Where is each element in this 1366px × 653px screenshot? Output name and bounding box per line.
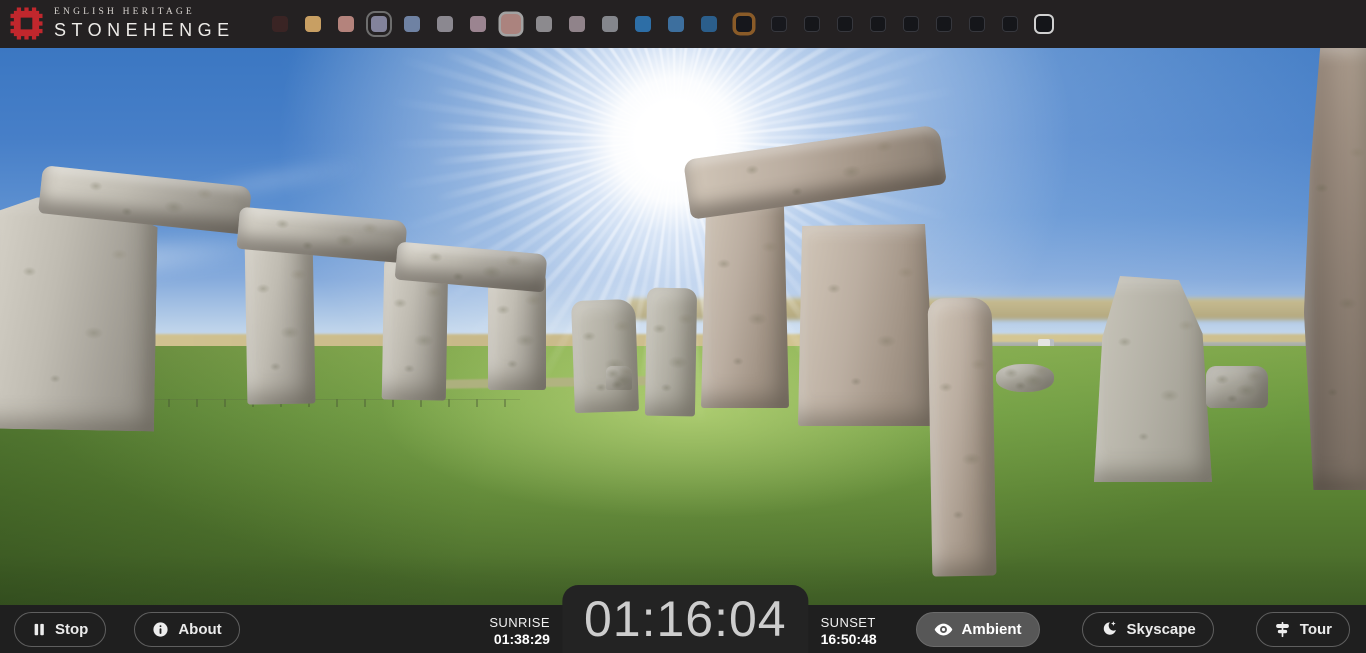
header-bar: ENGLISH HERITAGE STONEHENGE [0, 0, 1366, 48]
sky-swatch-1[interactable] [305, 16, 321, 32]
sky-swatch-5[interactable] [437, 16, 453, 32]
moon-stars-icon [1100, 620, 1118, 638]
sky-swatch-18[interactable] [870, 16, 886, 32]
sunset-info: SUNSET 16:50:48 [821, 616, 877, 653]
sky-swatch-2[interactable] [338, 16, 354, 32]
sunrise-label: SUNRISE [489, 616, 550, 631]
sky-swatch-7[interactable] [501, 14, 521, 34]
tour-button[interactable]: Tour [1256, 612, 1350, 647]
stone-upright [571, 299, 639, 413]
sky-swatch-17[interactable] [837, 16, 853, 32]
sky-swatch-3[interactable] [371, 16, 387, 32]
sky-swatch-strip [272, 16, 1053, 32]
simulation-clock: 01:16:04 [584, 594, 787, 644]
trilithon-right-upright [798, 224, 936, 426]
sky-swatch-14[interactable] [736, 16, 752, 32]
sky-swatch-9[interactable] [569, 16, 585, 32]
brand-eyebrow: ENGLISH HERITAGE [54, 8, 235, 18]
stone-upright-tall [928, 297, 997, 576]
sunrise-info: SUNRISE 01:38:29 [489, 616, 550, 653]
sky-swatch-23[interactable] [1036, 16, 1052, 32]
stop-button-label: Stop [55, 622, 88, 637]
brand-title: STONEHENGE [54, 21, 235, 39]
sky-swatch-22[interactable] [1002, 16, 1018, 32]
sky-swatch-20[interactable] [936, 16, 952, 32]
signpost-icon [1274, 621, 1291, 638]
panorama-viewport[interactable] [0, 48, 1366, 653]
english-heritage-logo[interactable]: ENGLISH HERITAGE STONEHENGE [10, 7, 235, 40]
stone-upright [245, 233, 316, 404]
sky-swatch-15[interactable] [771, 16, 787, 32]
clock-tab: 01:16:04 [562, 585, 809, 653]
sky-swatch-13[interactable] [701, 16, 717, 32]
sky-swatch-16[interactable] [804, 16, 820, 32]
info-icon [152, 621, 169, 638]
sky-swatch-12[interactable] [668, 16, 684, 32]
english-heritage-portcullis-icon [10, 7, 43, 40]
about-button[interactable]: About [134, 612, 239, 647]
sky-swatch-4[interactable] [404, 16, 420, 32]
ambient-button[interactable]: Ambient [916, 612, 1040, 647]
sky-swatch-10[interactable] [602, 16, 618, 32]
fallen-stone [996, 364, 1054, 392]
sunset-time: 16:50:48 [821, 631, 877, 647]
eye-icon [934, 622, 953, 637]
small-distant-stone [606, 366, 632, 390]
sunrise-time: 01:38:29 [489, 631, 550, 647]
clock-assembly: SUNRISE 01:38:29 01:16:04 SUNSET 16:50:4… [489, 585, 876, 653]
stop-button[interactable]: Stop [14, 612, 106, 647]
sunset-label: SUNSET [821, 616, 877, 631]
about-button-label: About [178, 622, 221, 637]
stone-upright [645, 288, 697, 417]
skyscape-button-label: Skyscape [1127, 622, 1196, 637]
ambient-button-label: Ambient [962, 622, 1022, 637]
trilithon-left-upright [701, 196, 789, 408]
sky-swatch-11[interactable] [635, 16, 651, 32]
pause-icon [32, 622, 46, 637]
sky-swatch-6[interactable] [470, 16, 486, 32]
tour-button-label: Tour [1300, 622, 1332, 637]
sky-swatch-8[interactable] [536, 16, 552, 32]
skyscape-button[interactable]: Skyscape [1082, 612, 1214, 647]
sky-swatch-19[interactable] [903, 16, 919, 32]
sky-swatch-21[interactable] [969, 16, 985, 32]
fallen-stone [1206, 366, 1268, 408]
sky-swatch-0[interactable] [272, 16, 288, 32]
stone-upright-far-left [0, 197, 158, 432]
